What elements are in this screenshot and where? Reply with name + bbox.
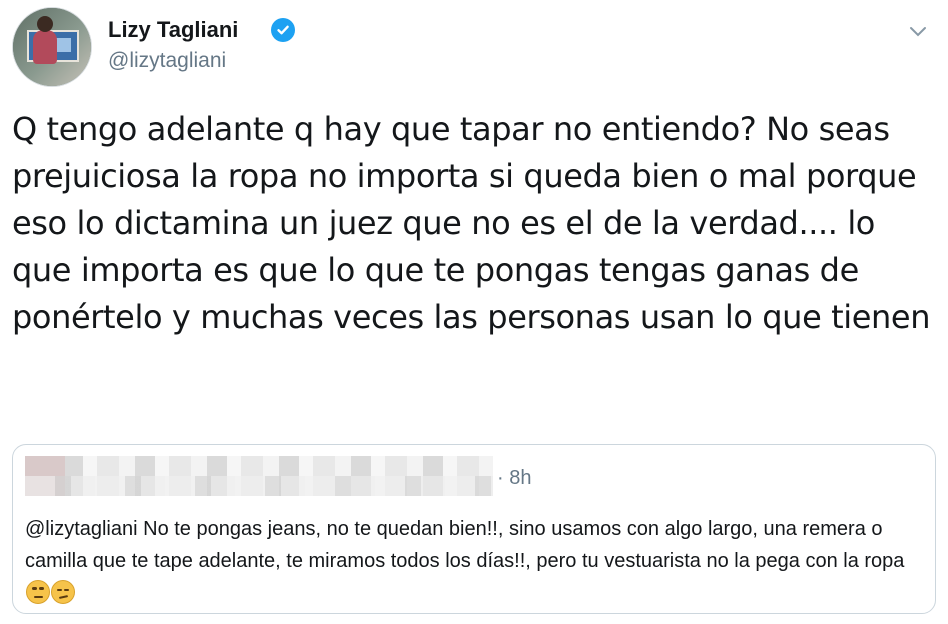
verified-badge-icon <box>271 18 295 42</box>
quoted-tweet-text: @lizytagliani No te pongas jeans, no te … <box>25 513 925 609</box>
quoted-timestamp[interactable]: · 8h <box>497 467 531 490</box>
user-handle[interactable]: @lizytagliani <box>108 49 226 73</box>
rolling-eyes-emoji <box>26 580 50 604</box>
tweet-text: Q tengo adelante q hay que tapar no enti… <box>12 110 931 336</box>
quoted-text-content: @lizytagliani No te pongas jeans, no te … <box>25 518 905 572</box>
display-name[interactable]: Lizy Tagliani <box>108 17 238 43</box>
quoted-tweet[interactable]: · 8h @lizytagliani No te pongas jeans, n… <box>12 444 936 614</box>
tweet-header: Lizy Tagliani @lizytagliani <box>12 7 936 89</box>
smirk-emoji <box>51 580 75 604</box>
chevron-down-icon[interactable] <box>908 25 928 39</box>
blurred-quoted-author <box>25 456 493 496</box>
avatar[interactable] <box>12 7 92 87</box>
